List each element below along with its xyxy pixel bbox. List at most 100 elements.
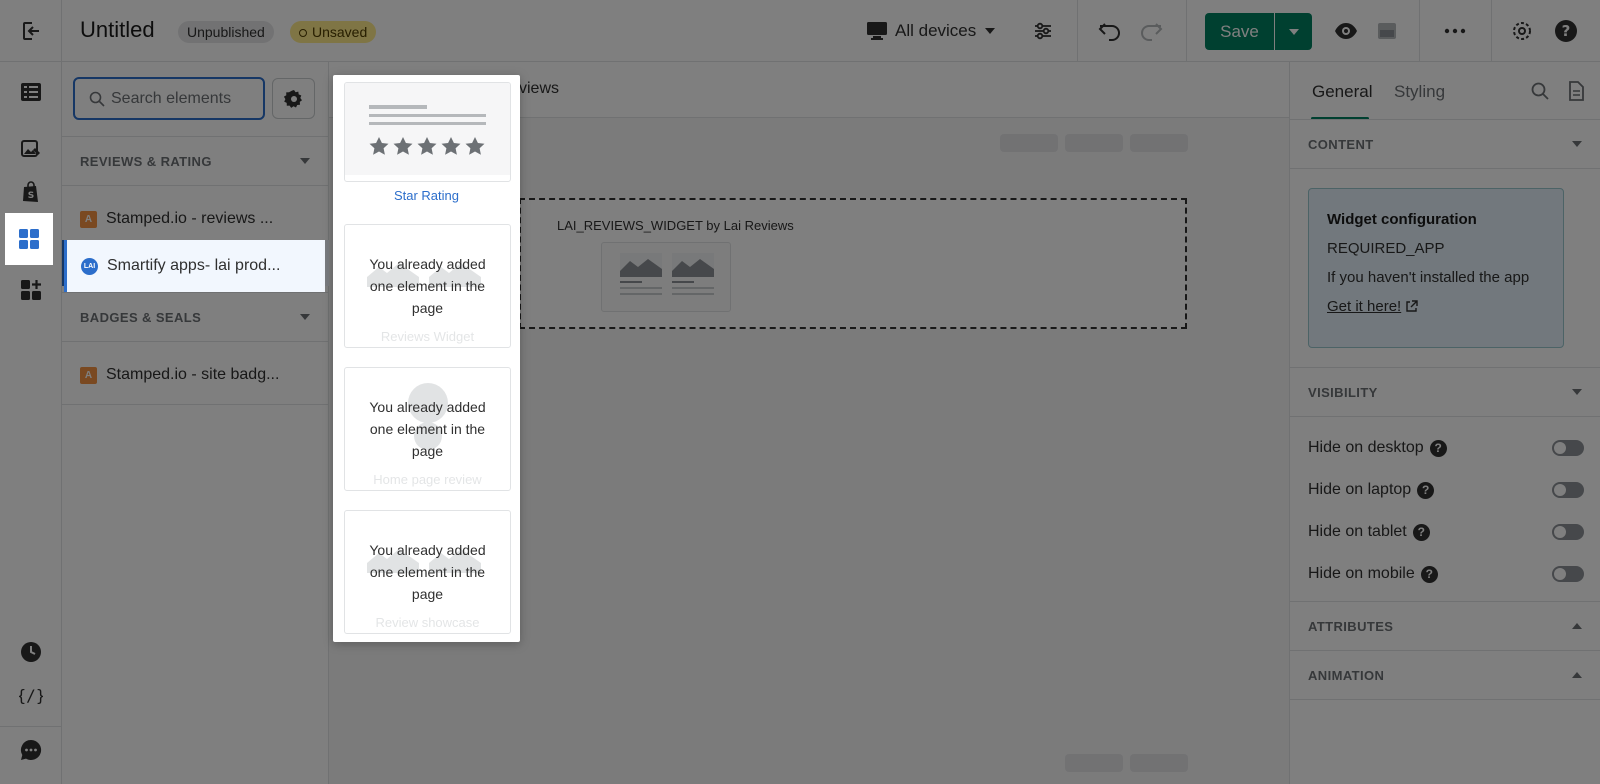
gear-icon	[283, 89, 304, 109]
page-title: Untitled	[80, 17, 155, 42]
section-title: VISIBILITY	[1308, 384, 1378, 400]
get-app-link[interactable]: Get it here!	[1327, 298, 1545, 315]
top-bar: Untitled Unpublished Unsaved All devices…	[0, 0, 1600, 62]
help-icon[interactable]: ?	[1420, 565, 1438, 583]
document-button[interactable]	[1568, 81, 1584, 101]
section-header-animation[interactable]: ANIMATION	[1290, 650, 1600, 700]
exit-button[interactable]	[0, 0, 62, 62]
toggle-label: Hide on desktop	[1308, 439, 1424, 456]
caret-down-icon	[299, 313, 311, 321]
divider	[0, 726, 62, 727]
redo-button[interactable]	[1136, 16, 1166, 46]
section-header-attributes[interactable]: ATTRIBUTES	[1290, 601, 1600, 651]
help-icon[interactable]: ?	[1412, 523, 1430, 541]
app-add-button[interactable]	[9, 268, 53, 312]
tab-general[interactable]: General	[1312, 82, 1372, 102]
more-actions-button[interactable]	[1440, 16, 1470, 46]
placeholder-pill	[1000, 134, 1058, 152]
element-card-reviews-widget: You already added one element in the pag…	[344, 224, 511, 348]
config-note: If you haven't installed the app	[1327, 269, 1530, 286]
grid-icon	[18, 228, 40, 250]
card-label: Home page review	[373, 472, 482, 487]
tab-styling[interactable]: Styling	[1394, 82, 1445, 102]
element-item[interactable]: A Stamped.io - site badg...	[62, 352, 329, 398]
caret-up-icon	[1571, 622, 1583, 630]
hide-mobile-switch[interactable]	[1552, 566, 1584, 582]
search-input[interactable]	[111, 89, 261, 108]
undo-icon	[1097, 19, 1123, 43]
eye-icon	[1334, 22, 1358, 40]
external-link-icon	[1405, 300, 1418, 313]
placeholder-pill	[1065, 754, 1123, 772]
code-icon: {/}	[19, 685, 43, 705]
stamped-app-icon: A	[80, 366, 97, 384]
caret-down-icon	[1287, 27, 1301, 37]
caret-up-icon	[1571, 671, 1583, 679]
toggle-label: Hide on tablet	[1308, 523, 1407, 540]
layers-button[interactable]	[9, 70, 53, 114]
sliders-icon	[1032, 20, 1054, 42]
clock-icon	[20, 641, 42, 663]
section-header-visibility[interactable]: VISIBILITY	[1290, 367, 1600, 417]
card-label: Reviews Widget	[380, 329, 475, 344]
history-button[interactable]	[9, 630, 53, 674]
list-icon	[20, 82, 42, 102]
help-icon[interactable]: ?	[1429, 439, 1447, 457]
custom-code-button[interactable]: {/}	[9, 673, 53, 717]
device-selector[interactable]: All devices	[866, 18, 997, 44]
caret-down-icon	[1571, 140, 1583, 148]
more-horizontal-icon	[1444, 28, 1466, 34]
already-added-message: You already added one element in the pag…	[369, 542, 486, 602]
status-dot-icon	[299, 29, 307, 37]
unpublished-badge: Unpublished	[178, 21, 274, 43]
chat-button[interactable]	[9, 728, 53, 772]
section-header-badges[interactable]: BADGES & SEALS	[62, 292, 329, 342]
caret-down-icon	[1571, 388, 1583, 396]
help-button[interactable]: ?	[1551, 16, 1581, 46]
search-properties-button[interactable]	[1531, 82, 1549, 100]
star-rating-thumbnail	[345, 83, 510, 175]
hide-desktop-switch[interactable]	[1552, 440, 1584, 456]
desktop-icon	[866, 21, 888, 41]
page-settings-button[interactable]	[1507, 16, 1537, 46]
config-code: REQUIRED_APP	[1327, 240, 1445, 257]
toggle-label: Hide on laptop	[1308, 481, 1412, 498]
elements-button-highlight[interactable]	[5, 213, 53, 265]
preview-button[interactable]	[1331, 16, 1361, 46]
divider	[62, 404, 329, 405]
shopify-button[interactable]: S	[9, 170, 53, 214]
caret-down-icon	[299, 157, 311, 165]
placeholder-pill	[1130, 754, 1188, 772]
svg-text:S: S	[28, 191, 34, 201]
publish-button[interactable]	[1372, 16, 1402, 46]
publish-icon	[1376, 20, 1398, 42]
section-header-content[interactable]: CONTENT	[1290, 119, 1600, 169]
widget-thumbnail	[601, 242, 731, 312]
element-item[interactable]: A Stamped.io - reviews ...	[62, 196, 329, 242]
element-label: Smartify apps- lai prod...	[107, 257, 281, 274]
save-dropdown-button[interactable]	[1275, 13, 1312, 50]
element-settings-button[interactable]	[272, 78, 315, 119]
settings-sliders-button[interactable]	[1028, 16, 1058, 46]
link-label: Get it here!	[1327, 298, 1402, 315]
undo-button[interactable]	[1095, 16, 1125, 46]
element-card-star-rating[interactable]	[344, 82, 511, 182]
exit-icon	[20, 20, 42, 42]
hide-tablet-switch[interactable]	[1552, 524, 1584, 540]
reviews-widget-block[interactable]: LAI_REVIEWS_WIDGET by Lai Reviews	[519, 198, 1187, 329]
toggle-row-tablet: Hide on tablet?	[1308, 520, 1584, 544]
card-label: Review showcase	[375, 615, 480, 630]
divider	[1077, 0, 1078, 62]
save-button[interactable]: Save	[1205, 13, 1274, 50]
search-field[interactable]	[73, 77, 265, 120]
help-icon[interactable]: ?	[1417, 481, 1435, 499]
stamped-app-icon: A	[80, 210, 97, 228]
selected-element-item[interactable]: LAI Smartify apps- lai prod...	[64, 240, 325, 292]
media-button[interactable]	[9, 127, 53, 171]
hide-laptop-switch[interactable]	[1552, 482, 1584, 498]
unsaved-badge: Unsaved	[290, 21, 377, 43]
divider	[1491, 0, 1492, 62]
section-title: ANIMATION	[1308, 667, 1385, 683]
section-header-reviews[interactable]: REVIEWS & RATING	[62, 136, 329, 186]
search-icon	[89, 91, 105, 107]
